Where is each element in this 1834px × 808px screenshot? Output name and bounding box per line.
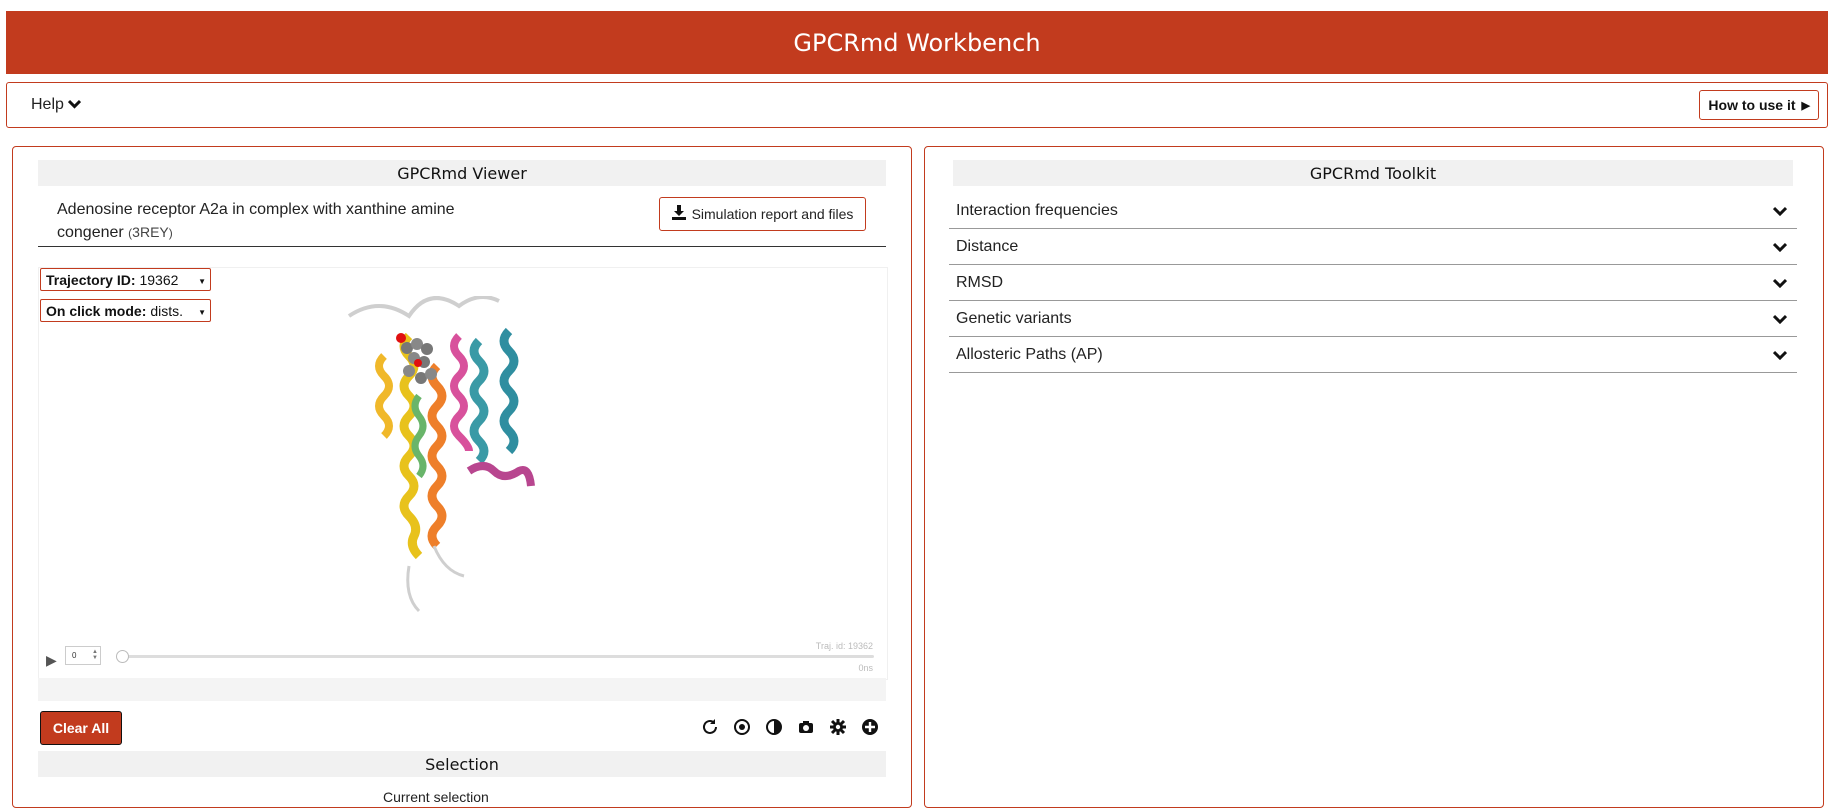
trajectory-select-label: Trajectory ID:: [46, 271, 136, 288]
divider: [38, 246, 886, 247]
timeline-slider-track[interactable]: [121, 655, 874, 658]
timeline-slider-handle[interactable]: [116, 650, 129, 663]
protein-structure-image[interactable]: [339, 296, 559, 636]
simulation-name: Adenosine receptor A2a in complex with x…: [57, 201, 455, 241]
help-toggle[interactable]: Help: [31, 96, 81, 114]
click-mode-label: On click mode:: [46, 302, 147, 319]
trajectory-select-value: 19362: [139, 271, 179, 288]
toolkit-item-interaction-frequencies[interactable]: Interaction frequencies: [949, 193, 1797, 229]
pdb-id: (3REY): [128, 224, 173, 240]
play-icon[interactable]: ▶: [46, 652, 57, 669]
simulation-report-label: Simulation report and files: [691, 206, 854, 222]
chevron-down-icon: [1772, 203, 1788, 219]
toolkit-item-distance[interactable]: Distance: [949, 229, 1797, 265]
viewer-footer-bar: [38, 678, 886, 701]
help-label: Help: [31, 96, 64, 113]
stepper-arrows-icon[interactable]: ▲ ▼: [92, 649, 98, 661]
chevron-down-icon: [1772, 347, 1788, 363]
chevron-down-icon: [1772, 275, 1788, 291]
camera-icon[interactable]: [795, 716, 817, 738]
selection-title: Selection: [38, 751, 886, 777]
viewer-toolbar: [699, 716, 881, 738]
ligand-spheres: [396, 333, 437, 384]
simulation-report-button[interactable]: Simulation report and files: [659, 197, 866, 231]
frame-stepper[interactable]: 0 ▲ ▼: [65, 646, 101, 665]
chevron-down-icon: [1772, 239, 1788, 255]
refresh-icon[interactable]: [699, 716, 721, 738]
toolkit-accordion: Interaction frequencies Distance RMSD Ge…: [949, 193, 1797, 373]
molecule-viewer[interactable]: Trajectory ID: 19362 ▼ On click mode: di…: [38, 267, 888, 680]
trajectory-select[interactable]: Trajectory ID: 19362 ▼: [40, 268, 211, 291]
viewer-panel-title: GPCRmd Viewer: [38, 160, 886, 186]
toolkit-panel: GPCRmd Toolkit Interaction frequencies D…: [924, 146, 1824, 808]
center-icon[interactable]: [731, 716, 753, 738]
chevron-down-icon: [1772, 311, 1788, 327]
how-to-use-button[interactable]: How to use it ▶: [1699, 90, 1819, 120]
chevron-down-icon: [67, 98, 81, 112]
triangle-right-icon: ▶: [1801, 99, 1810, 112]
clear-all-button[interactable]: Clear All: [40, 711, 122, 745]
click-mode-value: dists.: [150, 302, 184, 319]
viewer-panel: GPCRmd Viewer Adenosine receptor A2a in …: [12, 146, 912, 808]
app-title: GPCRmd Workbench: [793, 28, 1041, 57]
selection-subtext: Current selection: [383, 789, 489, 805]
contrast-icon[interactable]: [763, 716, 785, 738]
frame-value: 0: [72, 651, 77, 660]
app-header: GPCRmd Workbench: [6, 11, 1828, 74]
gear-icon[interactable]: [827, 716, 849, 738]
download-icon: [671, 205, 686, 223]
click-mode-select[interactable]: On click mode: dists. ▼: [40, 299, 211, 322]
toolkit-panel-title: GPCRmd Toolkit: [953, 160, 1793, 186]
plus-circle-icon[interactable]: [859, 716, 881, 738]
traj-id-overlay: Traj. id: 19362: [815, 641, 873, 651]
toolkit-item-rmsd[interactable]: RMSD: [949, 265, 1797, 301]
how-to-use-label: How to use it: [1708, 97, 1796, 113]
simulation-title: Adenosine receptor A2a in complex with x…: [57, 198, 487, 245]
toolkit-item-genetic-variants[interactable]: Genetic variants: [949, 301, 1797, 337]
caret-down-icon: ▼: [198, 308, 206, 317]
caret-down-icon: ▼: [198, 277, 206, 286]
toolkit-item-allosteric-paths[interactable]: Allosteric Paths (AP): [949, 337, 1797, 373]
time-overlay: 0ns: [858, 663, 873, 673]
help-bar: Help How to use it ▶: [6, 82, 1828, 128]
